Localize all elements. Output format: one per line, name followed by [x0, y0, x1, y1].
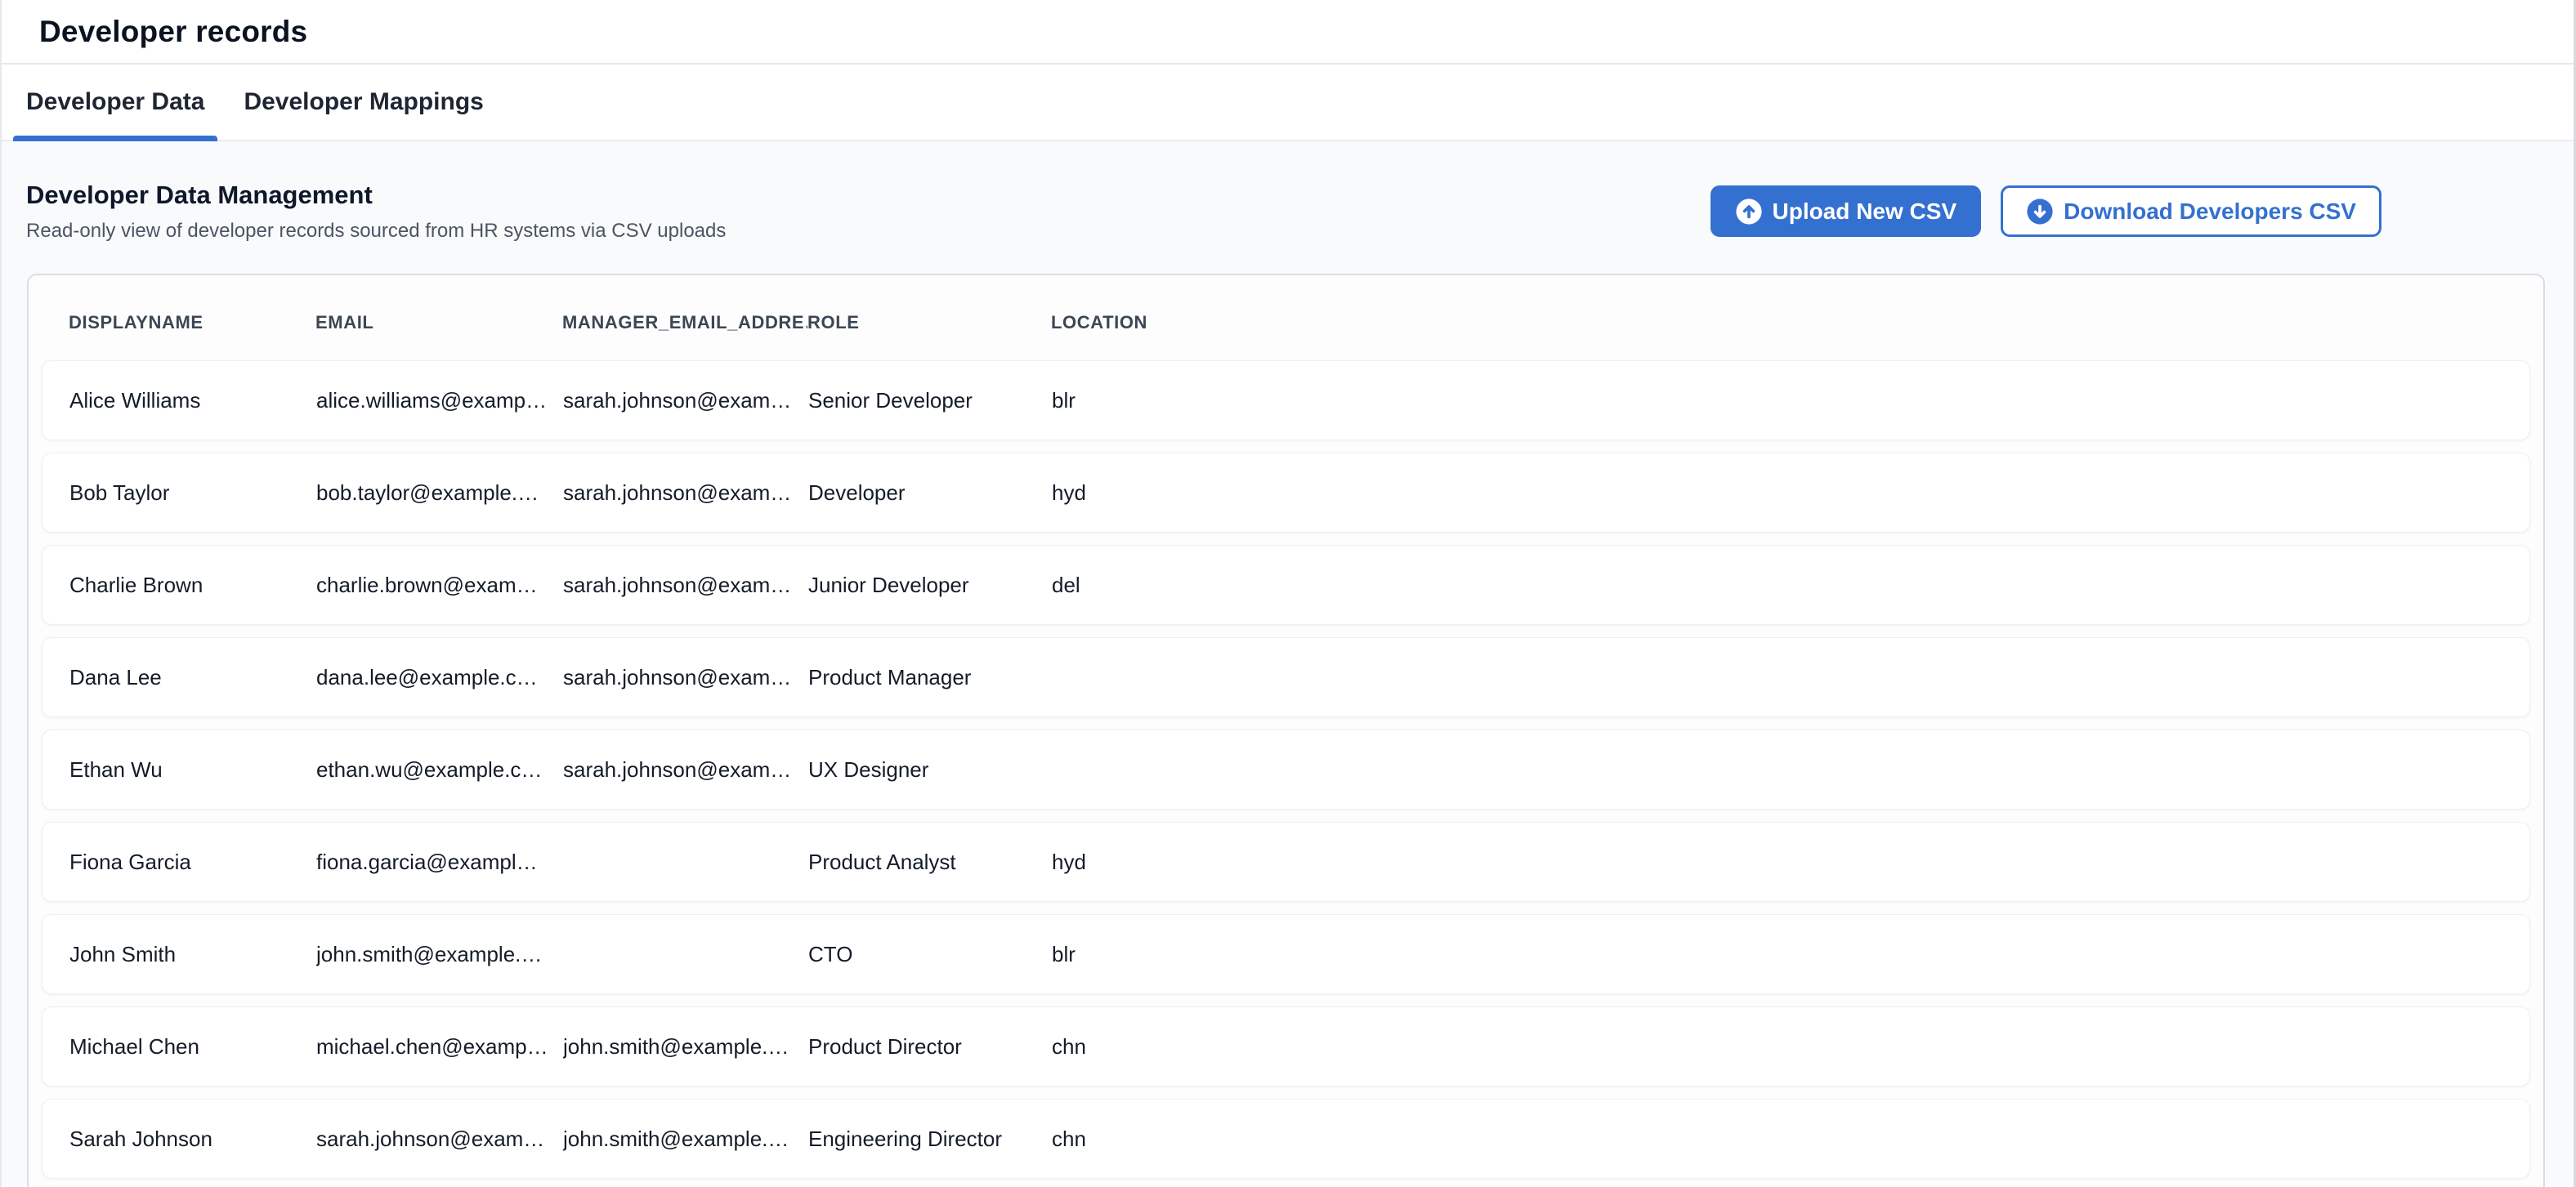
tab-developer-mappings-label: Developer Mappings — [244, 88, 483, 116]
cell-role: Senior Developer — [808, 388, 1052, 413]
cell-displayname: Charlie Brown — [69, 573, 316, 598]
page-title: Developer records — [39, 15, 307, 49]
page-header: Developer records — [2, 0, 2574, 65]
cell-role: UX Designer — [808, 757, 1052, 783]
cell-manager-email: sarah.johnson@exam… — [563, 388, 808, 413]
section-heading: Developer Data Management — [26, 181, 726, 210]
cell-location: hyd — [1052, 850, 2513, 875]
cell-location: del — [1052, 573, 2513, 598]
table-row: Michael Chen michael.chen@examp… john.sm… — [42, 1006, 2530, 1087]
tab-developer-data-label: Developer Data — [26, 88, 204, 116]
table-body: Alice Williams alice.williams@examp… sar… — [29, 360, 2543, 1179]
table-header-row: DISPLAYNAME EMAIL MANAGER_EMAIL_ADDRE… R… — [29, 275, 2543, 360]
cell-displayname: Bob Taylor — [69, 480, 316, 506]
developer-table-card: DISPLAYNAME EMAIL MANAGER_EMAIL_ADDRE… R… — [27, 274, 2545, 1187]
arrow-up-circle-icon — [1735, 198, 1763, 225]
cell-displayname: Sarah Johnson — [69, 1127, 316, 1152]
cell-location: chn — [1052, 1034, 2513, 1060]
table-row: Fiona Garcia fiona.garcia@exampl… Produc… — [42, 822, 2530, 902]
table-row: Alice Williams alice.williams@examp… sar… — [42, 360, 2530, 440]
cell-email: michael.chen@examp… — [316, 1034, 563, 1060]
upload-new-csv-label: Upload New CSV — [1773, 199, 1957, 225]
section-header: Developer Data Management Read-only view… — [26, 181, 2381, 243]
cell-role: Junior Developer — [808, 573, 1052, 598]
cell-displayname: Alice Williams — [69, 388, 316, 413]
tab-developer-mappings[interactable]: Developer Mappings — [230, 65, 496, 140]
cell-displayname: Dana Lee — [69, 665, 316, 690]
table-row: Ethan Wu ethan.wu@example.c… sarah.johns… — [42, 730, 2530, 810]
cell-role: Product Analyst — [808, 850, 1052, 875]
table-row: Dana Lee dana.lee@example.c… sarah.johns… — [42, 637, 2530, 717]
header-actions: Upload New CSV Download Developers CSV — [1711, 185, 2381, 237]
cell-location: blr — [1052, 942, 2513, 967]
cell-manager-email: john.smith@example.… — [563, 1034, 808, 1060]
arrow-down-circle-icon — [2026, 198, 2054, 225]
column-header-manager-email: MANAGER_EMAIL_ADDRE… — [562, 312, 807, 333]
cell-email: john.smith@example.… — [316, 942, 563, 967]
column-header-role: ROLE — [807, 312, 1051, 333]
cell-manager-email: sarah.johnson@exam… — [563, 757, 808, 783]
cell-email: sarah.johnson@exam… — [316, 1127, 563, 1152]
cell-displayname: Michael Chen — [69, 1034, 316, 1060]
cell-role: Engineering Director — [808, 1127, 1052, 1152]
cell-email: bob.taylor@example.… — [316, 480, 563, 506]
download-developers-csv-button[interactable]: Download Developers CSV — [2001, 185, 2381, 237]
download-developers-csv-label: Download Developers CSV — [2064, 199, 2356, 225]
cell-email: dana.lee@example.c… — [316, 665, 563, 690]
cell-email: ethan.wu@example.c… — [316, 757, 563, 783]
column-header-displayname: DISPLAYNAME — [69, 312, 315, 333]
cell-location: blr — [1052, 388, 2513, 413]
section-description: Read-only view of developer records sour… — [26, 220, 726, 243]
table-row: Sarah Johnson sarah.johnson@exam… john.s… — [42, 1099, 2530, 1179]
column-header-location: LOCATION — [1051, 312, 2527, 333]
cell-location: chn — [1052, 1127, 2513, 1152]
table-row: Bob Taylor bob.taylor@example.… sarah.jo… — [42, 453, 2530, 533]
active-tab-indicator — [13, 136, 217, 141]
cell-role: Developer — [808, 480, 1052, 506]
cell-role: Product Director — [808, 1034, 1052, 1060]
cell-role: Product Manager — [808, 665, 1052, 690]
table-row: Charlie Brown charlie.brown@exam… sarah.… — [42, 545, 2530, 625]
tab-developer-data[interactable]: Developer Data — [13, 65, 217, 140]
cell-email: charlie.brown@exam… — [316, 573, 563, 598]
upload-new-csv-button[interactable]: Upload New CSV — [1711, 185, 1982, 237]
cell-manager-email: sarah.johnson@exam… — [563, 665, 808, 690]
cell-email: fiona.garcia@exampl… — [316, 850, 563, 875]
cell-email: alice.williams@examp… — [316, 388, 563, 413]
cell-displayname: Fiona Garcia — [69, 850, 316, 875]
cell-role: CTO — [808, 942, 1052, 967]
section-header-text: Developer Data Management Read-only view… — [26, 181, 726, 243]
cell-displayname: John Smith — [69, 942, 316, 967]
column-header-email: EMAIL — [315, 312, 562, 333]
cell-manager-email: sarah.johnson@exam… — [563, 573, 808, 598]
cell-manager-email: john.smith@example.… — [563, 1127, 808, 1152]
cell-location: hyd — [1052, 480, 2513, 506]
cell-manager-email: sarah.johnson@exam… — [563, 480, 808, 506]
cell-displayname: Ethan Wu — [69, 757, 316, 783]
content-area: Developer Data Management Read-only view… — [2, 141, 2574, 1185]
tab-bar: Developer Data Developer Mappings — [2, 65, 2574, 141]
table-row: John Smith john.smith@example.… CTO blr — [42, 914, 2530, 994]
